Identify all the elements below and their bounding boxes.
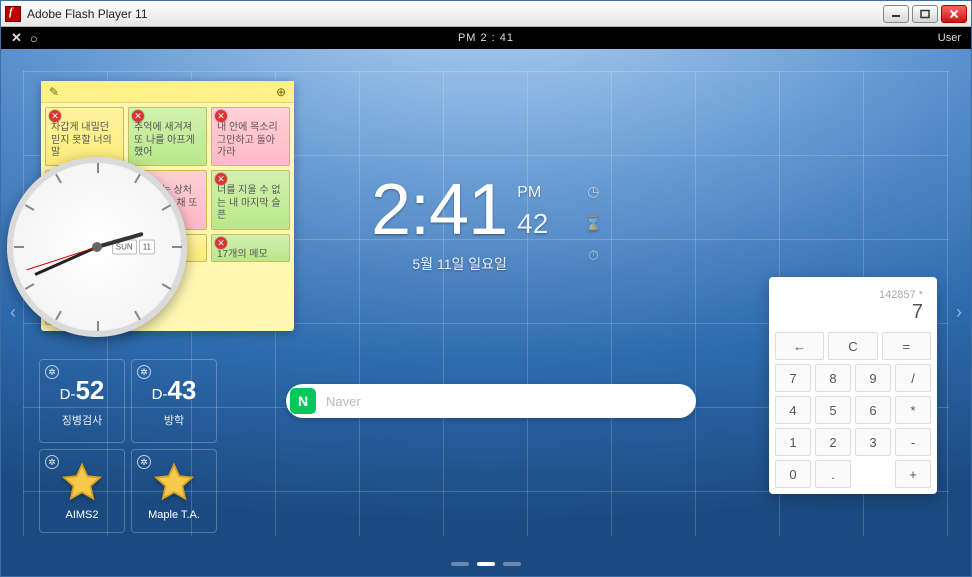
notes-add-icon[interactable]: ⊕ [276, 85, 286, 99]
calc-key[interactable]: - [895, 428, 931, 456]
digital-time: 2:41 [371, 174, 507, 246]
gear-icon[interactable]: ✲ [137, 365, 151, 379]
calc-key[interactable]: 6 [855, 396, 891, 424]
digital-date: 5월 11일 일요일 [371, 254, 548, 274]
note-text: 17개의 메모 [217, 249, 268, 260]
calc-key[interactable]: 0 [775, 460, 811, 488]
timer-icon[interactable]: ⏱ [584, 246, 602, 264]
clock-icon[interactable]: ◷ [584, 182, 602, 200]
page-indicator [451, 562, 521, 566]
dday-label: 징병검사 [62, 412, 102, 428]
star-icon [60, 461, 104, 505]
note-delete-icon[interactable]: ✕ [49, 110, 61, 122]
note-delete-icon[interactable]: ✕ [215, 237, 227, 249]
maximize-button[interactable] [912, 5, 938, 23]
pager-dot[interactable] [451, 562, 469, 566]
digital-seconds: 42 [517, 208, 548, 240]
gear-icon[interactable]: ✲ [45, 365, 59, 379]
topbar-user[interactable]: User [841, 32, 961, 44]
calc-key[interactable]: C [828, 332, 877, 360]
calculator-widget: 142857 * 7 ←C= 789/456*123-0.+ [769, 277, 937, 494]
note-delete-icon[interactable]: ✕ [132, 110, 144, 122]
calc-key[interactable]: 8 [815, 364, 851, 392]
star-icon [152, 461, 196, 505]
sticky-note[interactable]: ✕너를 지울 수 없는 내 마지막 슬픈 [211, 170, 290, 229]
window-title: Adobe Flash Player 11 [27, 7, 883, 21]
pager-dot[interactable] [503, 562, 521, 566]
second-hand [26, 247, 97, 271]
calc-key[interactable]: * [895, 396, 931, 424]
topbar-time: PM 2 : 41 [131, 32, 841, 44]
calc-key[interactable]: ← [775, 332, 824, 360]
note-text: 추억에 새겨져 또 나를 아프게 했어 [134, 122, 195, 158]
gear-icon[interactable]: ✲ [45, 455, 59, 469]
titlebar: Adobe Flash Player 11 [1, 1, 971, 27]
gear-icon[interactable]: ✲ [137, 455, 151, 469]
note-text: 차갑게 내밀던 믿지 못할 너의 말 [51, 122, 112, 158]
dday-label: 방학 [164, 412, 184, 428]
desktop-stage: ‹ › ✎ ⊕ ✕차갑게 내밀던 믿지 못할 너의 말✕추억에 새겨져 또 나를… [1, 49, 971, 576]
search-bar[interactable]: N [286, 384, 696, 418]
naver-icon: N [290, 388, 316, 414]
pager-dot[interactable] [477, 562, 495, 566]
note-delete-icon[interactable]: ✕ [215, 110, 227, 122]
sticky-note[interactable]: ✕내 안에 목소리 그만하고 돌아가라 [211, 107, 290, 166]
calc-key[interactable]: + [895, 460, 931, 488]
close-button[interactable] [941, 5, 967, 23]
note-text: 너를 지울 수 없는 내 마지막 슬픈 [217, 185, 281, 221]
app-topbar: ✕ ○ PM 2 : 41 User [1, 27, 971, 49]
calc-key[interactable]: 2 [815, 428, 851, 456]
calc-key[interactable]: 1 [775, 428, 811, 456]
topbar-close-icon[interactable]: ✕ [11, 30, 22, 46]
calc-key[interactable]: / [895, 364, 931, 392]
dday-widget-1[interactable]: ✲ D-52 징병검사 [39, 359, 125, 443]
calc-key[interactable]: 5 [815, 396, 851, 424]
hourglass-icon[interactable]: ⌛ [584, 214, 602, 232]
calc-key[interactable]: = [882, 332, 931, 360]
note-delete-icon[interactable]: ✕ [215, 173, 227, 185]
app-window: Adobe Flash Player 11 ✕ ○ PM 2 : 41 User… [0, 0, 972, 577]
calc-key[interactable]: . [815, 460, 851, 488]
shortcut-aims2[interactable]: ✲ AIMS2 [39, 449, 125, 533]
sticky-note[interactable]: ✕17개의 메모 [211, 234, 290, 262]
digital-ampm: PM [517, 184, 548, 202]
dday-widget-2[interactable]: ✲ D-43 방학 [131, 359, 217, 443]
topbar-circle-icon[interactable]: ○ [30, 31, 38, 46]
calc-value: 7 [783, 301, 923, 324]
shortcut-maple[interactable]: ✲ Maple T.A. [131, 449, 217, 533]
note-text: 내 안에 목소리 그만하고 돌아가라 [217, 122, 278, 158]
analog-clock-widget: SUN 11 [7, 157, 187, 337]
flash-icon [5, 6, 21, 22]
calc-history: 142857 * [783, 289, 923, 301]
page-next-arrow[interactable]: › [949, 283, 969, 343]
minimize-button[interactable] [883, 5, 909, 23]
notes-edit-icon[interactable]: ✎ [49, 85, 59, 99]
calc-key[interactable]: 4 [775, 396, 811, 424]
calc-key[interactable]: 7 [775, 364, 811, 392]
calc-key[interactable]: 9 [855, 364, 891, 392]
search-input[interactable] [326, 394, 682, 409]
calc-key[interactable]: 3 [855, 428, 891, 456]
digital-clock-widget: 2:41 PM 42 5월 11일 일요일 ◷ ⌛ ⏱ [371, 174, 548, 274]
